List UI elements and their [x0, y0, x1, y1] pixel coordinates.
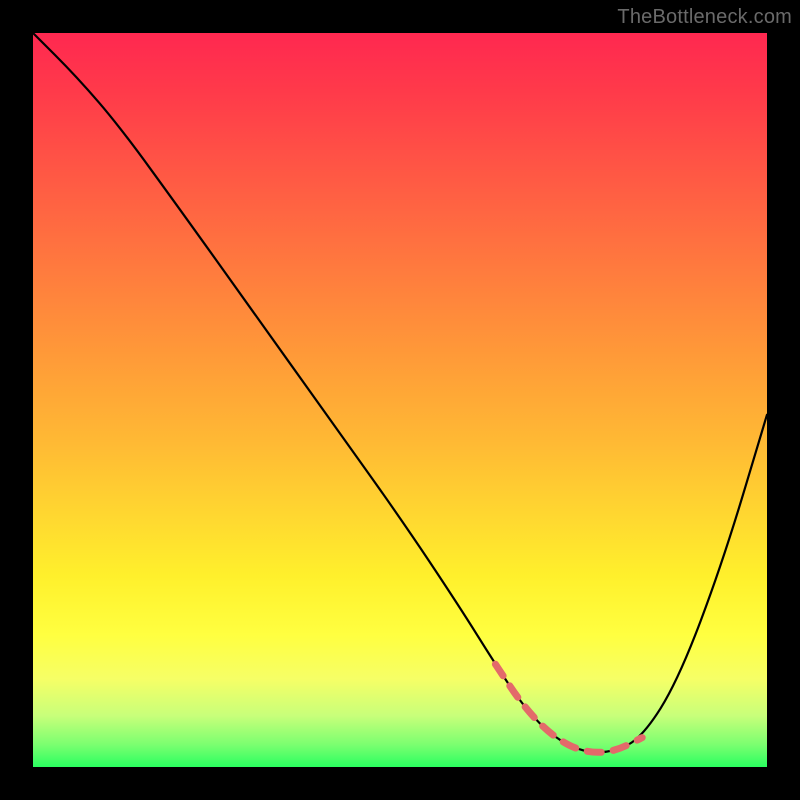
chart-frame: TheBottleneck.com	[0, 0, 800, 800]
watermark: TheBottleneck.com	[617, 6, 792, 29]
plot-area	[33, 33, 767, 767]
bottleneck-curve	[33, 33, 767, 752]
bottleneck-highlight	[495, 664, 642, 752]
curve-svg	[33, 33, 767, 767]
